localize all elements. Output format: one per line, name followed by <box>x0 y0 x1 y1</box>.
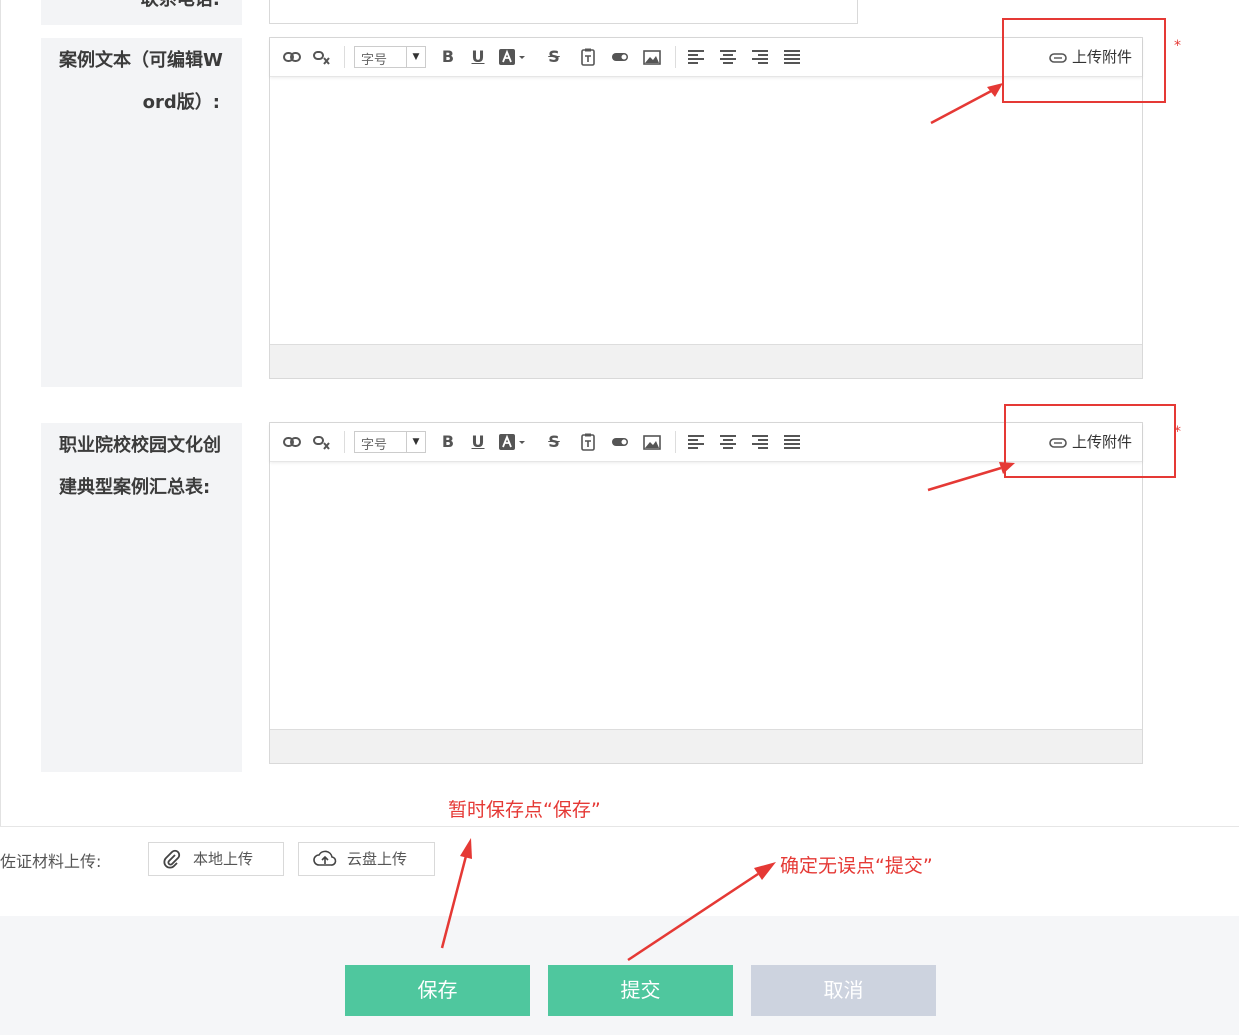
underline-icon[interactable]: U <box>468 432 488 452</box>
font-size-label: 字号 <box>361 438 388 453</box>
chevron-down-icon: ▼ <box>406 47 425 67</box>
toggle-icon[interactable] <box>610 47 630 67</box>
contact-phone-label: 联系电话: <box>141 0 220 14</box>
highlight-box <box>1004 404 1176 478</box>
link-icon[interactable] <box>282 47 302 67</box>
summary-table-label-line1: 职业院校校园文化创 <box>59 435 221 456</box>
form-bottom-border <box>0 826 1239 827</box>
save-hint-annotation: 暂时保存点“保存” <box>448 799 601 821</box>
paste-text-icon[interactable] <box>578 432 598 452</box>
image-icon[interactable] <box>642 432 662 452</box>
unlink-icon[interactable] <box>312 47 332 67</box>
paperclip-icon <box>163 849 181 869</box>
cancel-button[interactable]: 取消 <box>751 965 936 1016</box>
toolbar-separator <box>675 431 676 453</box>
case-text-editor-statusbar <box>270 344 1142 378</box>
required-mark: * <box>1174 424 1181 440</box>
evidence-upload-label: 佐证材料上传: <box>0 852 102 871</box>
cloud-upload-icon <box>313 850 337 866</box>
save-button[interactable]: 保存 <box>345 965 530 1016</box>
paste-text-icon[interactable] <box>578 47 598 67</box>
bold-icon[interactable]: B <box>438 47 458 67</box>
toolbar-separator <box>675 46 676 68</box>
submit-button[interactable]: 提交 <box>548 965 733 1016</box>
annotation-arrow <box>927 462 1015 492</box>
underline-icon[interactable]: U <box>468 47 488 67</box>
link-icon[interactable] <box>282 432 302 452</box>
font-color-icon[interactable] <box>498 47 525 67</box>
highlight-box <box>1002 18 1166 103</box>
annotation-arrow <box>930 83 1003 125</box>
font-color-icon[interactable] <box>498 432 525 452</box>
toolbar-separator <box>344 431 345 453</box>
submit-hint-annotation: 确定无误点“提交” <box>780 855 933 877</box>
align-center-icon[interactable] <box>718 432 738 452</box>
summary-table-label-line2: 建典型案例汇总表: <box>59 477 211 498</box>
align-justify-icon[interactable] <box>782 47 802 67</box>
local-upload-button[interactable]: 本地上传 <box>148 842 284 876</box>
font-size-select[interactable]: 字号 ▼ <box>354 431 426 453</box>
annotation-arrow <box>627 862 776 962</box>
align-center-icon[interactable] <box>718 47 738 67</box>
form-left-border <box>0 0 1 827</box>
bold-icon[interactable]: B <box>438 432 458 452</box>
case-text-label-line1: 案例文本（可编辑W <box>59 50 223 71</box>
contact-phone-input[interactable] <box>269 0 858 24</box>
toggle-icon[interactable] <box>610 432 630 452</box>
toolbar-separator <box>344 46 345 68</box>
summary-table-editor-statusbar <box>270 729 1142 763</box>
align-left-icon[interactable] <box>686 432 706 452</box>
align-left-icon[interactable] <box>686 47 706 67</box>
cloud-upload-label: 云盘上传 <box>347 850 408 868</box>
required-mark: * <box>1174 38 1181 54</box>
strikethrough-icon[interactable]: S <box>544 432 564 452</box>
contact-phone-label-cell: 联系电话: <box>41 0 242 25</box>
font-size-select[interactable]: 字号 ▼ <box>354 46 426 68</box>
image-icon[interactable] <box>642 47 662 67</box>
align-justify-icon[interactable] <box>782 432 802 452</box>
case-text-label-cell: 案例文本（可编辑W ord版）: <box>41 38 242 387</box>
align-right-icon[interactable] <box>750 432 770 452</box>
local-upload-label: 本地上传 <box>193 850 254 868</box>
chevron-down-icon: ▼ <box>406 432 425 452</box>
font-size-label: 字号 <box>361 53 388 68</box>
strikethrough-icon[interactable]: S <box>544 47 564 67</box>
unlink-icon[interactable] <box>312 432 332 452</box>
cloud-upload-button[interactable]: 云盘上传 <box>298 842 435 876</box>
annotation-arrow <box>440 838 472 949</box>
summary-table-label-cell: 职业院校校园文化创 建典型案例汇总表: <box>41 423 242 772</box>
align-right-icon[interactable] <box>750 47 770 67</box>
case-text-label-line2: ord版）: <box>142 92 220 113</box>
